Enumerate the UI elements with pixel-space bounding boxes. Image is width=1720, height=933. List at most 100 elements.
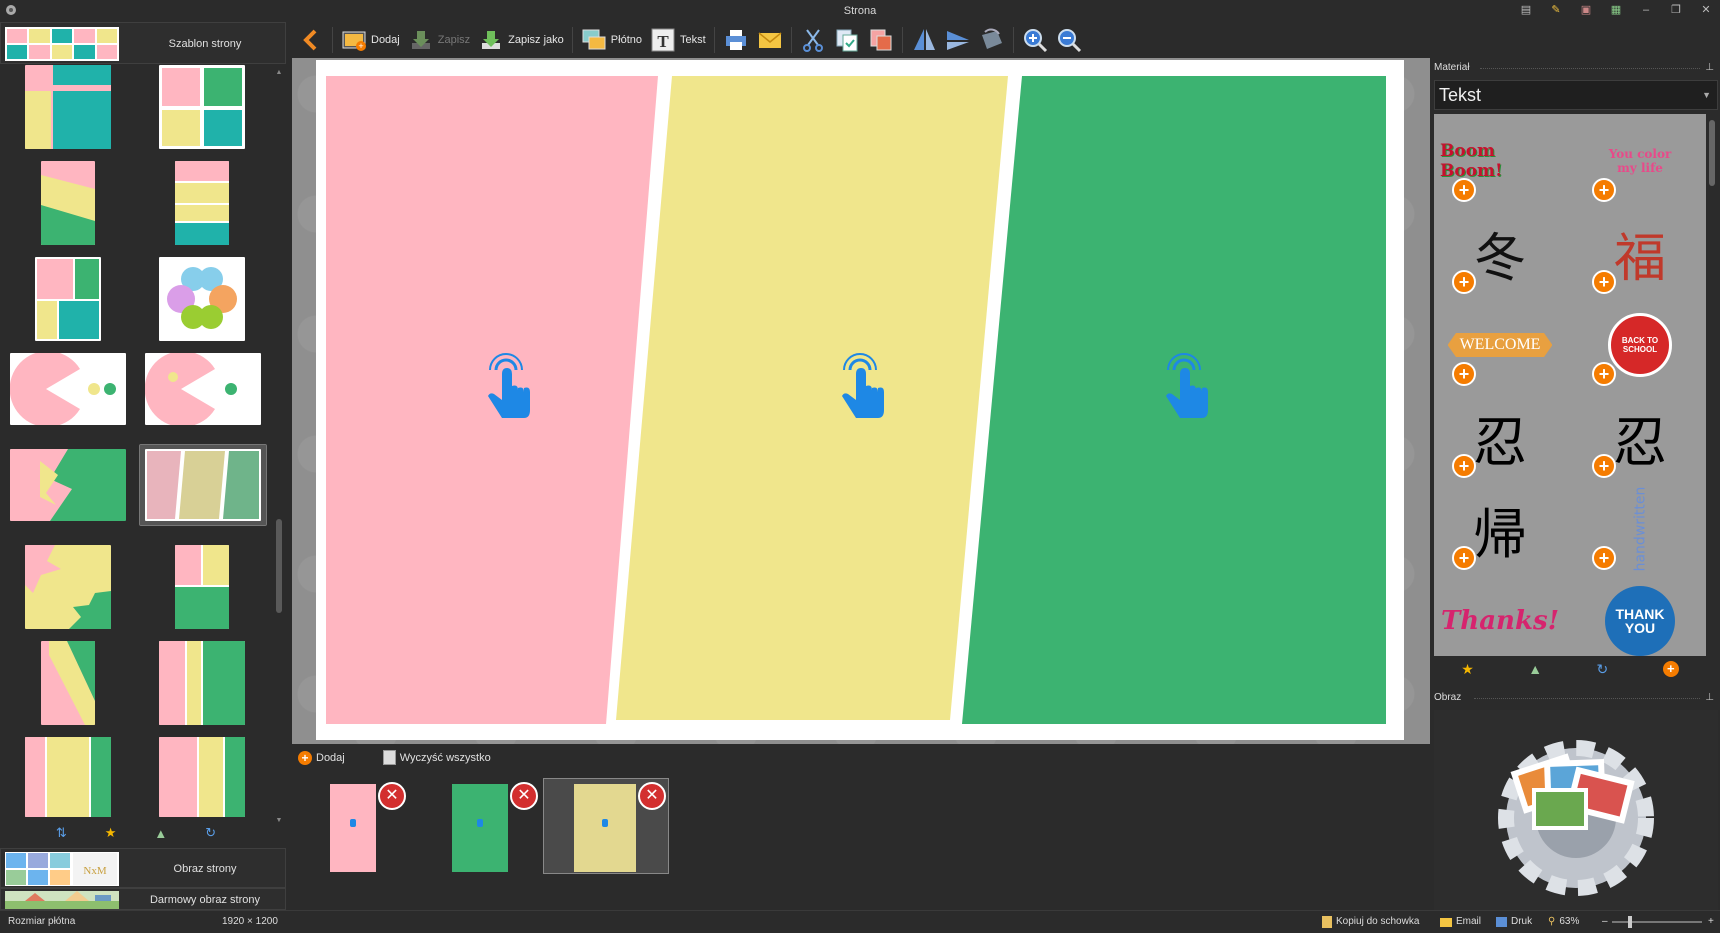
print-button[interactable] <box>719 25 753 55</box>
download-icon[interactable]: ▲ <box>1528 661 1542 677</box>
page-image-row[interactable]: NxM Obraz strony <box>0 848 286 888</box>
delete-page-button[interactable]: ✕ <box>638 782 666 810</box>
copy-button[interactable] <box>830 25 864 55</box>
back-button[interactable] <box>294 25 328 55</box>
template-thumb[interactable] <box>159 641 245 725</box>
close-button[interactable]: ✕ <box>1698 3 1714 17</box>
free-page-image-row[interactable]: Darmowy obraz strony <box>0 888 286 910</box>
flip-vertical-button[interactable] <box>907 25 941 55</box>
zoom-in-small-button[interactable]: + <box>1708 911 1714 933</box>
paste-button[interactable] <box>864 25 898 55</box>
add-sticker-button[interactable]: + <box>1592 454 1616 478</box>
restore-button[interactable]: ❐ <box>1668 3 1684 17</box>
template-thumb[interactable] <box>41 161 95 245</box>
page-thumb-3[interactable]: ✕ <box>574 782 666 872</box>
template-thumb[interactable] <box>25 737 111 817</box>
material-grid[interactable]: Boom Boom! + You color my life + 冬 + 福 +… <box>1434 114 1706 656</box>
clear-all-button[interactable]: Wyczyść wszystko <box>382 750 491 765</box>
star-icon[interactable]: ★ <box>105 825 117 841</box>
add-sticker-button[interactable]: + <box>1592 178 1616 202</box>
sticker-item[interactable]: WELCOME + <box>1440 302 1560 388</box>
sticker-item[interactable]: Boom Boom! + <box>1440 118 1560 204</box>
zoom-out-small-button[interactable]: – <box>1602 911 1608 933</box>
add-material-icon[interactable]: + <box>1662 661 1679 677</box>
template-thumb[interactable] <box>175 161 229 245</box>
print-status-button[interactable]: Druk <box>1496 911 1532 933</box>
zoom-slider[interactable] <box>1612 916 1702 928</box>
add-sticker-button[interactable]: + <box>1592 270 1616 294</box>
sticker-item[interactable]: handwritten + <box>1580 486 1700 572</box>
sticker-item[interactable]: 冬 + <box>1440 210 1560 296</box>
add-sticker-button[interactable]: + <box>1452 546 1476 570</box>
template-header[interactable]: Szablon strony <box>0 22 286 64</box>
page-thumb-1[interactable]: ✕ <box>330 782 406 872</box>
rotate-button[interactable] <box>975 25 1009 55</box>
canvas-button[interactable]: Płótno <box>577 25 646 55</box>
save-button[interactable]: Zapisz <box>404 25 474 55</box>
text-button[interactable]: T Tekst <box>646 25 710 55</box>
template-thumb[interactable] <box>25 545 111 629</box>
sticker-item[interactable]: 帰 + <box>1440 486 1560 572</box>
refresh-icon[interactable]: ↻ <box>205 825 216 841</box>
email-button[interactable] <box>753 25 787 55</box>
delete-page-button[interactable]: ✕ <box>510 782 538 810</box>
add-sticker-button[interactable]: + <box>1452 362 1476 386</box>
template-thumb[interactable] <box>145 449 261 521</box>
template-list[interactable] <box>0 65 272 817</box>
template-thumb[interactable] <box>41 641 95 725</box>
add-sticker-button[interactable]: + <box>1452 454 1476 478</box>
page-thumb-2[interactable]: ✕ <box>452 782 538 872</box>
template-thumb[interactable] <box>159 737 245 817</box>
template-scroll-thumb[interactable] <box>276 519 282 613</box>
pencil-icon[interactable]: ✎ <box>1548 3 1564 17</box>
refresh-icon[interactable]: ↻ <box>1597 661 1609 678</box>
template-thumb[interactable] <box>159 65 245 149</box>
image-panel[interactable] <box>1434 710 1718 910</box>
add-sticker-button[interactable]: + <box>1452 178 1476 202</box>
template-thumb[interactable] <box>175 545 229 629</box>
add-sticker-button[interactable]: + <box>1592 546 1616 570</box>
material-category-select[interactable]: Tekst ▼ <box>1434 80 1718 110</box>
zoom-out-button[interactable] <box>1052 25 1086 55</box>
page-canvas[interactable] <box>316 60 1404 740</box>
delete-page-button[interactable]: ✕ <box>378 782 406 810</box>
template-thumb[interactable] <box>25 65 111 149</box>
download-icon[interactable]: ▲ <box>154 826 167 841</box>
add-sticker-button[interactable]: + <box>1452 270 1476 294</box>
sticker-item[interactable]: 忍 + <box>1440 394 1560 480</box>
sticker-item[interactable]: 忍 + <box>1580 394 1700 480</box>
material-scrollbar[interactable] <box>1706 114 1718 682</box>
sticker-item[interactable]: You color my life + <box>1580 118 1700 204</box>
add-page-button[interactable]: + Dodaj <box>298 750 345 765</box>
scroll-down-arrow[interactable]: ▼ <box>275 817 283 825</box>
template-thumb[interactable] <box>35 257 101 341</box>
sticker-item[interactable]: BACK TO SCHOOL + <box>1580 302 1700 388</box>
sort-icon[interactable]: ⇅ <box>56 825 67 841</box>
add-button[interactable]: + Dodaj <box>337 25 404 55</box>
sticker-item[interactable]: THANK YOU <box>1580 578 1700 656</box>
document-icon[interactable]: ▤ <box>1518 3 1534 17</box>
flip-horizontal-button[interactable] <box>941 25 975 55</box>
sticker-item[interactable]: 福 + <box>1580 210 1700 296</box>
sticker-item[interactable]: Thanks! <box>1440 578 1560 656</box>
material-scroll-thumb[interactable] <box>1709 120 1715 186</box>
pin-icon[interactable]: ⊥ <box>1705 690 1714 706</box>
image-icon[interactable]: ▣ <box>1578 3 1594 17</box>
pin-icon[interactable]: ⊥ <box>1705 60 1714 76</box>
add-sticker-button[interactable]: + <box>1592 362 1616 386</box>
template-scrollbar[interactable]: ▲ ▼ <box>273 67 285 827</box>
copy-to-clipboard-button[interactable]: Kopiuj do schowka <box>1322 911 1419 933</box>
scroll-up-arrow[interactable]: ▲ <box>275 69 283 77</box>
star-icon[interactable]: ★ <box>1461 661 1474 678</box>
cut-button[interactable] <box>796 25 830 55</box>
zoom-in-button[interactable] <box>1018 25 1052 55</box>
minimize-button[interactable]: – <box>1638 3 1654 17</box>
save-as-button[interactable]: Zapisz jako <box>474 25 568 55</box>
email-status-button[interactable]: Email <box>1440 911 1481 933</box>
template-thumb[interactable] <box>159 257 245 341</box>
template-thumb[interactable] <box>145 353 261 425</box>
canvas-area[interactable] <box>292 58 1430 744</box>
zoom-slider-knob[interactable] <box>1628 916 1632 928</box>
template-thumb[interactable] <box>10 449 126 521</box>
palette-icon[interactable]: ▦ <box>1608 3 1624 17</box>
